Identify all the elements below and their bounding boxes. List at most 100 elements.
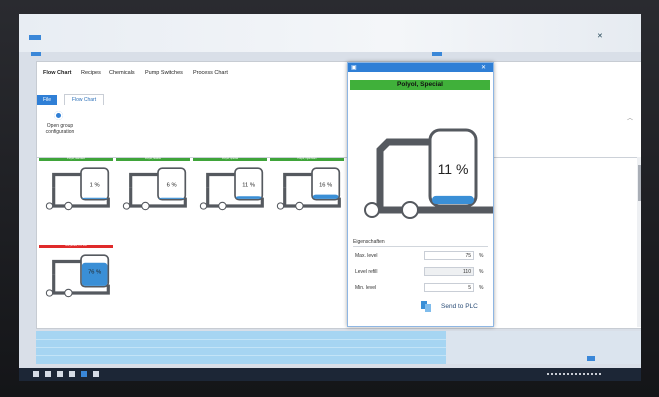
tank-title: Isocyanate, PU 100 xyxy=(65,244,87,247)
tank-liquid xyxy=(312,194,339,199)
taskbar-app-icon[interactable] xyxy=(69,371,75,377)
pump-icon xyxy=(401,201,419,219)
tank-title: Polyol, flexible xyxy=(145,157,161,160)
pump-icon xyxy=(141,201,150,211)
unit-label: % xyxy=(479,285,484,291)
tank-diagram: 1 % xyxy=(45,167,110,211)
tank-card[interactable]: Isocyanate, PU 100 76 % xyxy=(39,244,113,315)
taskbar-app-icon[interactable] xyxy=(45,371,51,377)
taskbar-app-icon[interactable] xyxy=(57,371,63,377)
tank-diagram: 76 % xyxy=(45,254,110,298)
start-icon[interactable] xyxy=(33,371,39,377)
taskbar-app-icon[interactable] xyxy=(93,371,99,377)
popup-tab-icon xyxy=(432,52,442,56)
valve-icon xyxy=(199,202,208,210)
tank-level-label: 6 % xyxy=(167,182,177,188)
tank-card[interactable]: Polyol, rigid-foam 16 % xyxy=(270,157,344,228)
app-window: Flow Chart Recipes Chemicals Pump Switch… xyxy=(36,61,641,329)
pipe xyxy=(52,172,81,188)
tank-level-label: 11 % xyxy=(438,161,469,177)
menu-item-flow-chart[interactable]: Flow Chart xyxy=(43,70,71,76)
taskbar-app-icon[interactable] xyxy=(81,371,87,377)
pipe xyxy=(206,172,235,188)
system-tray xyxy=(547,373,602,375)
taskbar xyxy=(19,368,641,381)
open-group-configuration-button[interactable]: Open group configuration xyxy=(41,123,79,135)
tank-diagram: 6 % xyxy=(122,167,187,211)
unit-label: % xyxy=(479,253,484,259)
tank-liquid xyxy=(158,197,185,199)
property-label: Level refill xyxy=(355,269,378,275)
tank-level-label: 16 % xyxy=(319,182,332,188)
tank-diagram: 11 % xyxy=(364,128,493,219)
tank-diagram: 11 % xyxy=(199,167,264,211)
close-icon[interactable]: ✕ xyxy=(597,32,603,40)
min-level-input[interactable]: 5 xyxy=(424,283,474,292)
table-row xyxy=(36,355,446,356)
status-indicator xyxy=(587,356,595,361)
pipe xyxy=(129,172,158,188)
pump-icon xyxy=(64,201,73,211)
properties-heading: Eigenschaften xyxy=(353,239,385,245)
menu-item-process-chart[interactable]: Process Chart xyxy=(193,70,228,76)
property-row-min-level: Min. level 5 % xyxy=(355,283,485,293)
tank-title: Polyol, rigid-foam xyxy=(297,157,317,160)
unit-label: % xyxy=(479,269,484,275)
popup-close-icon[interactable]: ✕ xyxy=(481,64,486,71)
pump-icon xyxy=(218,201,227,211)
tab-file[interactable]: File xyxy=(37,95,57,105)
menu-bar: Flow Chart Recipes Chemicals Pump Switch… xyxy=(37,62,641,80)
send-icon xyxy=(421,301,431,312)
level-refill-value: 110 xyxy=(424,267,474,276)
tank-liquid xyxy=(235,196,262,199)
tank-level-label: 11 % xyxy=(242,182,255,188)
property-row-max-level: Max. level 75 % xyxy=(355,251,485,261)
valve-icon xyxy=(122,202,131,210)
divider xyxy=(353,246,488,247)
property-label: Min. level xyxy=(355,285,377,291)
menu-item-pump-switches[interactable]: Pump Switches xyxy=(145,70,183,76)
ribbon: Open group configuration ︿ xyxy=(37,105,641,158)
property-row-level-refill: Level refill 110 % xyxy=(355,267,485,277)
app-icon xyxy=(29,35,41,40)
tank-card[interactable]: Polyol, standard 1 % xyxy=(39,157,113,228)
table-row xyxy=(36,339,446,340)
chevron-up-icon[interactable]: ︿ xyxy=(627,113,633,122)
pipe xyxy=(52,259,81,275)
tank-diagram: 16 % xyxy=(276,167,341,211)
background-table xyxy=(36,331,446,364)
screen: ✕ Flow Chart Recipes Chemicals Pump Swit… xyxy=(19,14,641,381)
valve-icon xyxy=(45,289,54,297)
popup-title: Polyol, Special xyxy=(350,80,490,90)
tank-card[interactable]: Polyol, special 11 % xyxy=(193,157,267,228)
tab-flow-chart[interactable]: Flow Chart xyxy=(64,94,104,105)
property-label: Max. level xyxy=(355,253,378,259)
table-row xyxy=(36,347,446,348)
window-titlebar: ✕ xyxy=(19,14,641,52)
tank-level-label: 76 % xyxy=(88,269,101,275)
pump-icon xyxy=(295,201,304,211)
tank-title: Polyol, standard xyxy=(67,157,85,160)
monitor-bezel: ✕ Flow Chart Recipes Chemicals Pump Swit… xyxy=(0,0,659,397)
menu-item-chemicals[interactable]: Chemicals xyxy=(109,70,135,76)
tank-title: Polyol, special xyxy=(222,157,238,160)
pump-icon xyxy=(64,288,73,298)
background-panel xyxy=(446,331,641,364)
menu-item-recipes[interactable]: Recipes xyxy=(81,70,101,76)
window-tab-icon xyxy=(31,52,41,56)
window-icon: ▣ xyxy=(351,65,357,71)
send-to-plc-button[interactable]: Send to PLC xyxy=(421,300,491,314)
pipe xyxy=(283,172,312,188)
tank-detail-popup: ▣ ✕ Polyol, Special 11 % Eigenschaften M… xyxy=(347,62,494,327)
tank-card[interactable]: Polyol, flexible 6 % xyxy=(116,157,190,228)
valve-icon xyxy=(364,202,380,218)
tank-liquid xyxy=(432,195,474,204)
tank-liquid xyxy=(81,197,108,199)
max-level-input[interactable]: 75 xyxy=(424,251,474,260)
popup-titlebar: ▣ ✕ xyxy=(348,63,493,72)
valve-icon xyxy=(276,202,285,210)
vertical-scrollbar[interactable] xyxy=(637,157,641,327)
scrollbar-thumb[interactable] xyxy=(638,165,641,201)
pipe xyxy=(376,138,432,186)
gear-icon[interactable] xyxy=(54,111,63,120)
